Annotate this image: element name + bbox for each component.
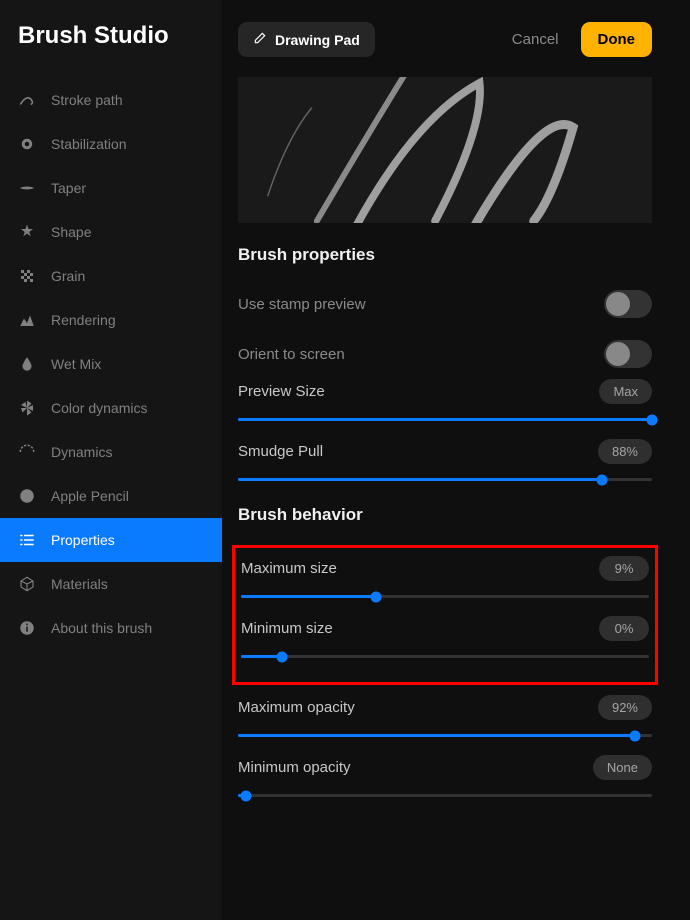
preview-size-row: Preview Size Max <box>222 379 668 439</box>
min-size-value: 0% <box>599 616 649 641</box>
sidebar-item-shape[interactable]: Shape <box>0 210 222 254</box>
sidebar-item-properties[interactable]: Properties <box>0 518 222 562</box>
sidebar-item-taper[interactable]: Taper <box>0 166 222 210</box>
orient-screen-label: Orient to screen <box>238 346 345 363</box>
sidebar-item-color-dynamics[interactable]: Color dynamics <box>0 386 222 430</box>
sidebar-item-label: Dynamics <box>51 444 112 460</box>
highlight-annotation: Maximum size 9% Minimum size 0% <box>232 545 658 685</box>
sidebar-item-label: Properties <box>51 532 115 548</box>
taper-icon <box>18 179 36 197</box>
app-title: Brush Studio <box>0 22 222 78</box>
sidebar-item-label: Stabilization <box>51 136 127 152</box>
sidebar-item-label: Grain <box>51 268 85 284</box>
max-opacity-label: Maximum opacity <box>238 699 355 716</box>
sidebar-item-stabilization[interactable]: Stabilization <box>0 122 222 166</box>
preview-size-value: Max <box>599 379 652 404</box>
drawing-pad-button[interactable]: Drawing Pad <box>238 22 375 57</box>
shape-icon <box>18 223 36 241</box>
min-opacity-slider[interactable] <box>238 794 652 797</box>
preview-size-label: Preview Size <box>238 383 325 400</box>
sidebar: Brush Studio Stroke path Stabilization T… <box>0 0 222 920</box>
edit-icon <box>253 31 267 48</box>
max-size-label: Maximum size <box>241 560 337 577</box>
materials-icon <box>18 575 36 593</box>
sidebar-item-label: Taper <box>51 180 86 196</box>
sidebar-item-label: Color dynamics <box>51 400 147 416</box>
done-button[interactable]: Done <box>581 22 653 57</box>
smudge-pull-value: 88% <box>598 439 652 464</box>
smudge-pull-slider[interactable] <box>238 478 652 481</box>
sidebar-item-wet-mix[interactable]: Wet Mix <box>0 342 222 386</box>
sidebar-item-label: Shape <box>51 224 91 240</box>
brush-preview[interactable] <box>238 77 652 223</box>
dynamics-icon <box>18 443 36 461</box>
apple-pencil-icon <box>18 487 36 505</box>
stamp-preview-toggle[interactable] <box>604 290 652 318</box>
wet-mix-icon <box>18 355 36 373</box>
sidebar-item-about[interactable]: About this brush <box>0 606 222 650</box>
min-opacity-label: Minimum opacity <box>238 759 351 776</box>
max-size-slider[interactable] <box>241 595 649 598</box>
sidebar-item-rendering[interactable]: Rendering <box>0 298 222 342</box>
sidebar-item-stroke-path[interactable]: Stroke path <box>0 78 222 122</box>
max-opacity-slider[interactable] <box>238 734 652 737</box>
max-size-row: Maximum size 9% <box>235 556 655 616</box>
sidebar-item-label: Wet Mix <box>51 356 101 372</box>
stabilization-icon <box>18 135 36 153</box>
sidebar-item-dynamics[interactable]: Dynamics <box>0 430 222 474</box>
grain-icon <box>18 267 36 285</box>
main-panel: Drawing Pad Cancel Done Brush properties… <box>222 0 690 920</box>
min-opacity-row: Minimum opacity None <box>222 755 668 815</box>
preview-size-slider[interactable] <box>238 418 652 421</box>
sidebar-item-materials[interactable]: Materials <box>0 562 222 606</box>
sidebar-item-apple-pencil[interactable]: Apple Pencil <box>0 474 222 518</box>
max-opacity-value: 92% <box>598 695 652 720</box>
sidebar-item-grain[interactable]: Grain <box>0 254 222 298</box>
max-size-value: 9% <box>599 556 649 581</box>
orient-screen-row: Orient to screen <box>222 329 668 379</box>
drawing-pad-label: Drawing Pad <box>275 32 360 48</box>
sidebar-item-label: Apple Pencil <box>51 488 129 504</box>
sidebar-item-label: Stroke path <box>51 92 123 108</box>
header: Drawing Pad Cancel Done <box>222 22 668 77</box>
sidebar-item-label: Rendering <box>51 312 116 328</box>
info-icon <box>18 619 36 637</box>
min-size-slider[interactable] <box>241 655 649 658</box>
smudge-pull-row: Smudge Pull 88% <box>222 439 668 499</box>
smudge-pull-label: Smudge Pull <box>238 443 323 460</box>
cancel-button[interactable]: Cancel <box>502 23 569 56</box>
properties-icon <box>18 531 36 549</box>
section-title-properties: Brush properties <box>222 245 668 279</box>
stamp-preview-row: Use stamp preview <box>222 279 668 329</box>
section-title-behavior: Brush behavior <box>222 499 668 539</box>
stroke-path-icon <box>18 91 36 109</box>
min-size-label: Minimum size <box>241 620 333 637</box>
min-opacity-value: None <box>593 755 652 780</box>
orient-screen-toggle[interactable] <box>604 340 652 368</box>
color-dynamics-icon <box>18 399 36 417</box>
max-opacity-row: Maximum opacity 92% <box>222 695 668 755</box>
sidebar-item-label: Materials <box>51 576 108 592</box>
stamp-preview-label: Use stamp preview <box>238 296 366 313</box>
rendering-icon <box>18 311 36 329</box>
min-size-row: Minimum size 0% <box>235 616 655 676</box>
sidebar-item-label: About this brush <box>51 620 152 636</box>
